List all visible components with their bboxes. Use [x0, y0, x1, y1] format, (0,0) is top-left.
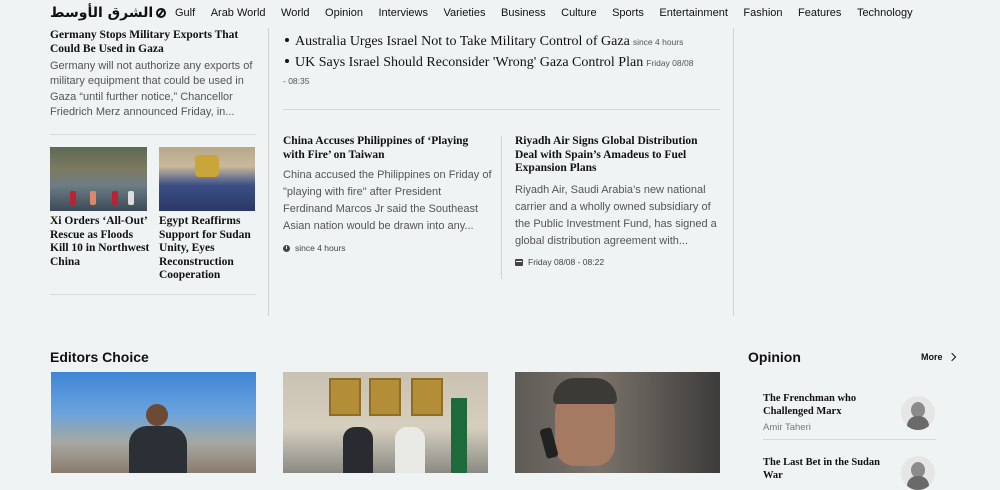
person-body-shape: [129, 426, 187, 473]
editors-choice-image[interactable]: [283, 372, 488, 473]
person-shape: [395, 427, 425, 473]
nav-item-culture[interactable]: Culture: [561, 7, 596, 19]
divider: [50, 134, 256, 135]
nav-item-sports[interactable]: Sports: [612, 7, 644, 19]
person-shape: [343, 427, 373, 473]
nav-item-fashion[interactable]: Fashion: [743, 7, 782, 19]
column-divider: [733, 28, 734, 316]
more-link[interactable]: More: [921, 352, 956, 362]
figure-shape: [128, 191, 134, 205]
portrait-frame-shape: [411, 378, 443, 416]
nav-item-arab-world[interactable]: Arab World: [211, 7, 266, 19]
portrait-frame-shape: [369, 378, 401, 416]
nav-item-gulf[interactable]: Gulf: [175, 7, 195, 19]
article-time: Friday 08/08 - 08:22: [528, 257, 605, 267]
figure-shape: [70, 191, 76, 205]
column-divider: [268, 28, 269, 316]
logo-mark-icon: [156, 8, 167, 18]
divider: [283, 109, 720, 110]
opinion-title[interactable]: The Frenchman who Challenged Marx: [763, 393, 898, 418]
bullet-icon: [285, 59, 289, 64]
bullet-title: Australia Urges Israel Not to Take Milit…: [295, 34, 630, 49]
article-summary: China accused the Philippines on Friday …: [283, 169, 492, 232]
article-meta: Friday 08/08 - 08:22: [515, 257, 604, 267]
bullet-headline[interactable]: Australia Urges Israel Not to Take Milit…: [283, 33, 723, 51]
logo-text: الشرق الأوسط: [50, 5, 154, 21]
author-avatar[interactable]: [901, 456, 935, 490]
opinion-title[interactable]: The Last Bet in the Sudan War: [763, 457, 898, 482]
nav-item-world[interactable]: World: [281, 7, 310, 19]
author-avatar[interactable]: [901, 396, 935, 430]
main-menu: Gulf Arab World World Opinion Interviews…: [175, 7, 928, 19]
portrait-frame-shape: [329, 378, 361, 416]
editors-choice-image[interactable]: [51, 372, 256, 473]
nav-item-entertainment[interactable]: Entertainment: [659, 7, 727, 19]
bullet-title: UK Says Israel Should Reconsider 'Wrong'…: [295, 55, 644, 70]
chandelier-shape: [195, 155, 219, 177]
figure-shape: [112, 191, 118, 205]
nav-item-opinion[interactable]: Opinion: [325, 7, 363, 19]
small-story-title[interactable]: Xi Orders ‘All-Out’ Rescue as Floods Kil…: [50, 215, 150, 269]
article-title[interactable]: Riyadh Air Signs Global Distribution Dea…: [515, 135, 720, 176]
bullet-icon: [285, 38, 289, 43]
more-label: More: [921, 352, 943, 362]
article-time: since 4 hours: [295, 243, 346, 253]
calendar-icon: [515, 258, 523, 266]
article-meta: since 4 hours: [283, 243, 346, 253]
opinion-author[interactable]: Amir Taheri: [763, 422, 811, 433]
nav-item-interviews[interactable]: Interviews: [378, 7, 428, 19]
divider: [763, 439, 936, 440]
nav-item-business[interactable]: Business: [501, 7, 546, 19]
person-head-shape: [146, 404, 168, 426]
chevron-right-icon: [947, 352, 956, 362]
top-story-title[interactable]: Germany Stops Military Exports That Coul…: [50, 28, 260, 56]
editors-choice-image[interactable]: [515, 372, 720, 473]
section-title-editors-choice: Editors Choice: [50, 349, 149, 365]
flag-shape: [451, 398, 467, 473]
avatar-body-shape: [907, 416, 929, 430]
column-divider: [501, 136, 502, 279]
site-logo[interactable]: الشرق الأوسط: [50, 4, 167, 22]
article-summary: Riyadh Air, Saudi Arabia’s new national …: [515, 184, 717, 247]
egypt-meeting-image[interactable]: [159, 147, 255, 211]
flood-rescue-image[interactable]: [50, 147, 147, 211]
top-nav: الشرق الأوسط Gulf Arab World World Opini…: [0, 0, 1000, 28]
nav-item-varieties[interactable]: Varieties: [444, 7, 486, 19]
divider: [50, 294, 256, 295]
small-story-title[interactable]: Egypt Reaffirms Support for Sudan Unity,…: [159, 215, 259, 283]
bullet-headline[interactable]: UK Says Israel Should Reconsider 'Wrong'…: [283, 54, 698, 90]
figure-shape: [90, 191, 96, 205]
avatar-body-shape: [907, 476, 929, 490]
clock-icon: [283, 244, 290, 252]
hair-shape: [553, 378, 617, 404]
section-title-opinion: Opinion: [748, 349, 801, 365]
top-story-summary: Germany will not authorize any exports o…: [50, 60, 253, 118]
article-title[interactable]: China Accuses Philippines of ‘Playing wi…: [283, 135, 483, 162]
bullet-time: since 4 hours: [632, 37, 684, 47]
nav-item-features[interactable]: Features: [798, 7, 841, 19]
nav-item-technology[interactable]: Technology: [857, 7, 913, 19]
